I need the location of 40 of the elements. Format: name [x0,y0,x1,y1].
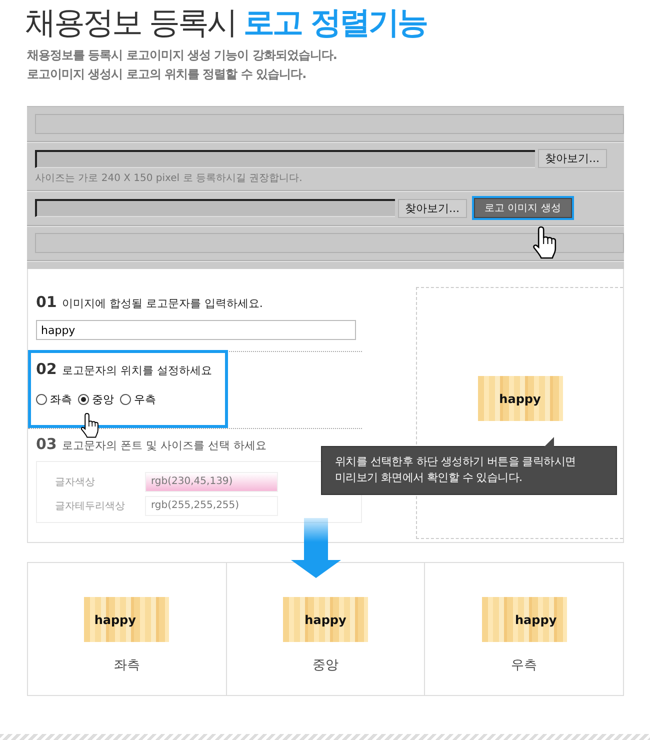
hand-cursor-icon [532,225,558,259]
step-number: 03 [36,435,57,453]
field-label: 글자색상 [55,476,96,489]
radio-label[interactable]: 좌측 [50,392,72,407]
input-field[interactable] [35,114,624,134]
logo-text: happy [499,392,541,406]
step-label: 이미지에 합성될 로고문자를 입력하세요. [62,296,263,311]
down-arrow-icon [291,518,341,578]
file-path-field[interactable] [35,199,395,217]
step-number: 01 [36,293,57,311]
browse-button[interactable]: 찾아보기... [398,198,466,218]
result-label: 좌측 [114,657,140,674]
logo-text: happy [515,612,557,626]
hand-cursor-icon [80,412,100,438]
tooltip-text: 위치를 선택한후 하단 생성하기 버튼을 클릭하시면 [335,454,577,470]
color-field[interactable]: rgb(230,45,139) [145,472,278,492]
radio-button[interactable] [120,394,131,405]
file-path-field[interactable] [35,150,535,168]
tooltip-text: 미리보기 화면에서 확인할 수 있습니다. [335,470,524,486]
browse-button[interactable]: 찾아보기... [538,149,606,168]
step-label: 로고문자의 폰트 및 사이즈를 선택 하세요 [62,438,266,453]
field-label: 글자테두리색상 [55,500,126,513]
page-title: 채용정보 등록시 로고 정렬기능 [24,4,428,43]
radio-button[interactable] [78,394,89,405]
radio-button[interactable] [36,394,47,405]
radio-label[interactable]: 우측 [134,392,156,407]
logo-text: happy [94,612,136,626]
result-label: 우측 [511,657,538,674]
radio-label[interactable]: 중앙 [92,392,114,407]
description-text: 로고이미지 생성시 로고의 위치를 정렬할 수 있습니다. [27,66,308,83]
generate-logo-button[interactable]: 로고 이미지 생성 [474,198,572,218]
step-number: 02 [36,360,57,378]
color-field[interactable]: rgb(255,255,255) [145,496,278,516]
result-label: 중앙 [312,657,338,674]
logo-text: happy [304,612,346,626]
input-field[interactable] [35,233,624,253]
hint-text: 사이즈는 가로 240 X 150 pixel 로 등록하시길 권장합니다. [35,172,304,185]
logo-text-field[interactable]: happy [36,320,356,340]
step-label: 로고문자의 위치를 설정하세요 [62,363,212,378]
description-text: 채용정보를 등록시 로고이미지 생성 기능이 강화되었습니다. [27,47,338,64]
